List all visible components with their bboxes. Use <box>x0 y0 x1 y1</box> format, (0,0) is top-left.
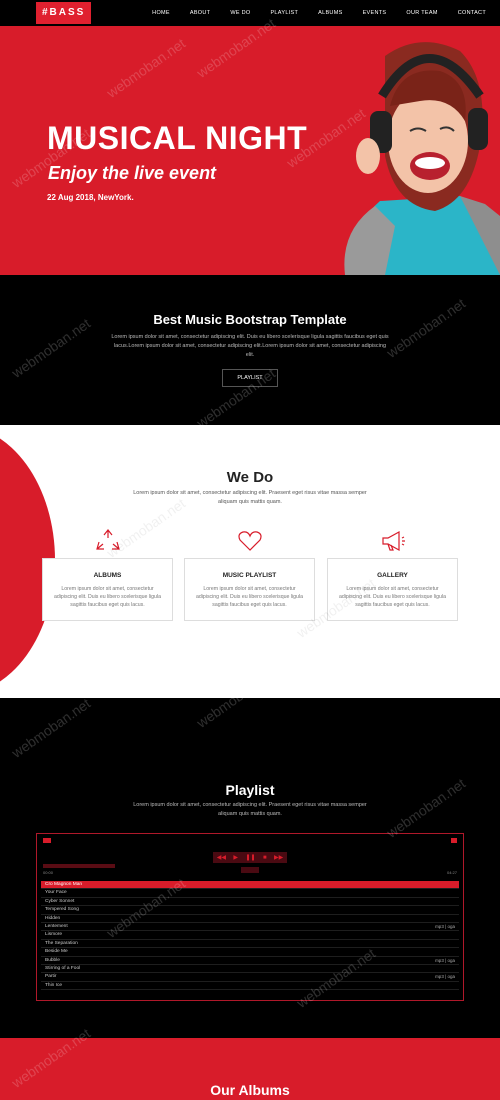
service-card-gallery[interactable]: GALLERY Lorem ipsum dolor sit amet, cons… <box>327 558 458 621</box>
nav-item-playlist[interactable]: PLAYLIST <box>270 10 298 16</box>
playlist-lead: Lorem ipsum dolor sit amet, consectetur … <box>133 802 367 817</box>
megaphone-icon <box>382 530 405 552</box>
track-item[interactable]: Thin Ice <box>41 982 459 991</box>
nav-item-contact[interactable]: CONTACT <box>458 10 486 16</box>
track-item[interactable]: Lismore <box>41 931 459 940</box>
intro-section: Best Music Bootstrap Template Lorem ipsu… <box>0 275 500 425</box>
track-item[interactable]: Bubble mp3 | oga <box>41 957 459 965</box>
card-text: Lorem ipsum dolor sit amet, consectetur … <box>196 586 303 608</box>
hero-subtitle: Enjoy the live event <box>48 163 217 183</box>
card-title: GALLERY <box>377 572 408 579</box>
card-text: Lorem ipsum dolor sit amet, consectetur … <box>54 586 161 608</box>
we-do-title: We Do <box>226 469 274 486</box>
albums-title: Our Albums <box>210 1082 290 1098</box>
card-text: Lorem ipsum dolor sit amet, consectetur … <box>339 586 446 608</box>
hero-title: MUSICAL NIGHT <box>47 120 308 156</box>
card-title: MUSIC PLAYLIST <box>222 572 277 579</box>
playlist-title: Playlist <box>225 782 275 798</box>
track-item[interactable]: Cro Magnon Man <box>41 881 459 890</box>
volume-icon[interactable] <box>43 838 51 843</box>
nav-item-about[interactable]: ABOUT <box>190 10 210 16</box>
nav-item-we-do[interactable]: WE DO <box>230 10 250 16</box>
track-item[interactable]: Hidden <box>41 915 459 923</box>
stop-icon[interactable]: ■ <box>263 855 267 861</box>
progress-bar[interactable] <box>43 864 115 868</box>
next-icon[interactable]: ▶▶ <box>274 854 283 861</box>
we-do-lead: Lorem ipsum dolor sit amet, consectetur … <box>133 490 367 505</box>
hero-date: 22 Aug 2018, NewYork. <box>47 193 134 202</box>
we-do-section: We Do Lorem ipsum dolor sit amet, consec… <box>0 425 500 698</box>
pause-icon[interactable]: ❚❚ <box>245 854 255 861</box>
time-current: 00:00 <box>43 870 54 875</box>
nav-item-events[interactable]: EVENTS <box>363 10 387 16</box>
intro-text: Lorem ipsum dolor sit amet, consectetur … <box>111 334 389 358</box>
card-title: ALBUMS <box>93 572 122 579</box>
maximize-icon[interactable] <box>451 838 457 843</box>
nav-item-home[interactable]: HOME <box>152 10 170 16</box>
audio-player: 00:00 04:27 ◀◀ ▶ ❚❚ ■ ▶▶ Cro Magnon Man … <box>36 833 464 1001</box>
play-icon[interactable]: ▶ <box>233 854 238 861</box>
service-card-albums[interactable]: ALBUMS Lorem ipsum dolor sit amet, conse… <box>42 558 173 621</box>
track-item[interactable]: Tempered Song <box>41 906 459 915</box>
singer-image <box>344 42 500 275</box>
albums-section: Our Albums <box>0 1038 500 1100</box>
track-item[interactable]: Partir mp3 | oga <box>41 973 459 982</box>
track-item[interactable]: Lentement mp3 | oga <box>41 923 459 932</box>
track-item[interactable]: Your Face <box>41 889 459 898</box>
track-list: Cro Magnon Man Your Face Cyber Sonnet Te… <box>41 881 459 991</box>
playlist-button[interactable]: PLAYLIST <box>222 369 278 387</box>
track-item[interactable]: Beside Me <box>41 948 459 957</box>
service-card-music-playlist[interactable]: MUSIC PLAYLIST Lorem ipsum dolor sit ame… <box>184 558 315 621</box>
shuffle-repeat-controls[interactable] <box>241 867 259 873</box>
playlist-section: Playlist Lorem ipsum dolor sit amet, con… <box>0 698 500 1038</box>
intro-title: Best Music Bootstrap Template <box>153 312 347 327</box>
recycle-icon <box>96 529 120 550</box>
player-controls: ◀◀ ▶ ❚❚ ■ ▶▶ <box>213 852 287 863</box>
nav-item-our-team[interactable]: OUR TEAM <box>406 10 437 16</box>
time-total: 04:27 <box>446 870 457 875</box>
nav-menu: HOME ABOUT WE DO PLAYLIST ALBUMS EVENTS … <box>142 0 496 26</box>
site-logo[interactable]: #BASS <box>36 2 92 24</box>
track-item[interactable]: Cyber Sonnet <box>41 898 459 907</box>
hero-banner: MUSICAL NIGHT Enjoy the live event 22 Au… <box>0 26 500 275</box>
previous-icon[interactable]: ◀◀ <box>217 854 226 861</box>
track-item[interactable]: The Separation <box>41 940 459 949</box>
heart-icon <box>238 531 262 551</box>
nav-item-albums[interactable]: ALBUMS <box>318 10 342 16</box>
top-navbar: #BASS HOME ABOUT WE DO PLAYLIST ALBUMS E… <box>0 0 500 26</box>
track-item[interactable]: Stirring of a Fool <box>41 965 459 974</box>
